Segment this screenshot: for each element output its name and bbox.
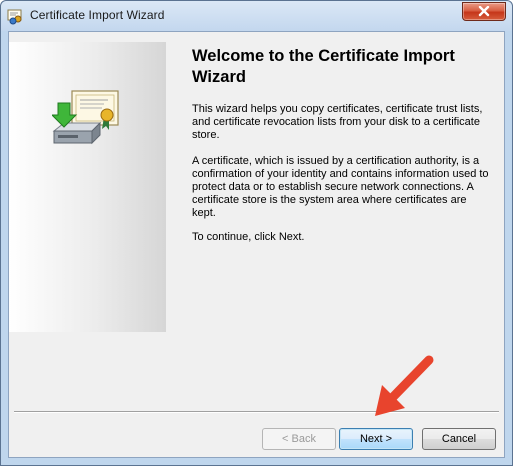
- wizard-side-panel: [9, 42, 166, 332]
- intro-paragraph: This wizard helps you copy certificates,…: [192, 103, 483, 141]
- certificate-import-wizard-window: Certificate Import Wizard Welcome to the…: [0, 0, 513, 466]
- title-bar[interactable]: Certificate Import Wizard: [1, 1, 512, 31]
- close-icon: [478, 6, 490, 17]
- back-button[interactable]: < Back: [262, 428, 336, 450]
- cancel-button[interactable]: Cancel: [422, 428, 496, 450]
- red-arrow-icon: [375, 355, 434, 416]
- certificate-icon: [7, 8, 24, 25]
- close-button[interactable]: [462, 2, 506, 21]
- certificate-description-paragraph: A certificate, which is issued by a cert…: [192, 155, 489, 219]
- window-title: Certificate Import Wizard: [30, 8, 165, 22]
- next-button[interactable]: Next >: [339, 428, 413, 450]
- continue-instruction: To continue, click Next.: [192, 231, 305, 243]
- certificate-import-icon: [52, 90, 119, 145]
- page-title: Welcome to the Certificate Import Wizard: [192, 47, 455, 86]
